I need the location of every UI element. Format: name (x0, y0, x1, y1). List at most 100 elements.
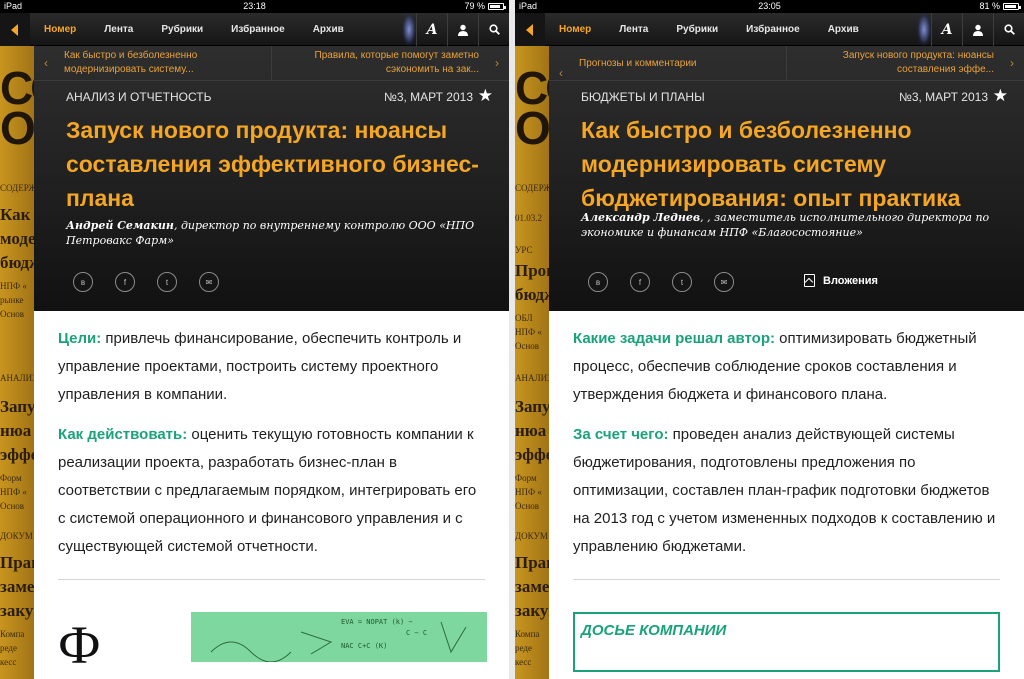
means-label: За счет чего: (573, 426, 669, 443)
article-rubric: БЮДЖЕТЫ И ПЛАНЫ (581, 90, 705, 104)
prev-article-link[interactable]: ‹ Как быстро и безболезненно модернизиро… (34, 46, 272, 80)
search-button[interactable] (993, 13, 1024, 46)
bg-text: Основ (515, 341, 540, 351)
bg-text: НПФ « (0, 281, 27, 291)
article-author: Андрей Семакин, директор по внутреннему … (66, 218, 479, 248)
profile-button[interactable] (962, 13, 993, 46)
tasks-paragraph: Какие задачи решал автор: оптимизировать… (573, 325, 1000, 409)
bg-text: НПФ « (515, 487, 542, 497)
chevron-left-icon: ‹ (44, 56, 48, 70)
company-dossier-box[interactable]: ДОСЬЕ КОМПАНИИ (573, 612, 1000, 672)
bg-text: СОДЕРЖ (0, 183, 37, 193)
email-share-icon[interactable]: ✉ (714, 272, 734, 292)
illustration-sketch (210, 621, 467, 662)
right-screen: iPad 23:05 81 % СО ОР СОДЕРЖ 01.03.2 УРС… (515, 0, 1024, 679)
status-bar: iPad 23:05 81 % (515, 0, 1024, 13)
bg-text: Форм (0, 473, 22, 483)
facebook-share-icon[interactable]: f (115, 272, 135, 292)
actions-text: оценить текущую готовность компании к ре… (58, 426, 477, 555)
article-title: Запуск нового продукта: нюансы составлен… (66, 117, 479, 211)
bg-text: НПФ « (0, 487, 27, 497)
bg-text: моде (0, 229, 36, 248)
article-illustration[interactable]: EVA = NOPAT (k) − C − C NAC C+C (K) (191, 612, 487, 662)
tab-rubrics[interactable]: Рубрики (161, 13, 203, 46)
chevron-right-icon: › (495, 56, 499, 70)
article-issue: №3, МАРТ 2013 (898, 90, 988, 104)
next-article-title: Запуск нового продукта: нюансы составлен… (842, 50, 994, 75)
star-icon[interactable]: ★ (993, 86, 1008, 106)
divider (573, 579, 1000, 580)
back-button[interactable] (0, 13, 30, 46)
search-icon (1003, 24, 1015, 35)
bg-text: нюа (515, 421, 547, 440)
back-button[interactable] (515, 13, 545, 46)
search-icon (488, 24, 500, 35)
goals-paragraph: Цели: привлечь финансирование, обеспечит… (58, 325, 485, 409)
article-rubric: АНАЛИЗ И ОТЧЕТНОСТЬ (66, 90, 212, 104)
tab-rubrics[interactable]: Рубрики (676, 13, 718, 46)
tab-feed[interactable]: Лента (104, 13, 133, 46)
bg-text: кесс (0, 657, 17, 667)
bg-text: рынке (0, 295, 24, 305)
article-body: Какие задачи решал автор: оптимизировать… (549, 311, 1024, 561)
next-article-link[interactable]: Правила, которые помогут заметно сэконом… (272, 46, 509, 80)
bg-text: Основ (515, 501, 540, 511)
profile-button[interactable] (447, 13, 478, 46)
top-nav: Номер Лента Рубрики Избранное Архив A (0, 13, 509, 46)
vk-share-icon[interactable]: в (73, 272, 93, 292)
nav-tabs: Номер Лента Рубрики Избранное Архив (44, 13, 344, 46)
bg-text: АНАЛИЗ (515, 373, 552, 383)
article-pager: ‹ Как быстро и безболезненно модернизиро… (34, 46, 509, 81)
article-header: ‹ Прогнозы и комментарии Запуск нового п… (549, 46, 1024, 311)
goals-text: привлечь финансирование, обеспечить конт… (58, 330, 462, 403)
bg-text: эффе (0, 445, 39, 464)
twitter-share-icon[interactable]: t (672, 272, 692, 292)
chevron-left-icon: ‹ (559, 66, 563, 80)
search-button[interactable] (478, 13, 509, 46)
attachments-button[interactable]: Вложения (804, 274, 878, 287)
actions-paragraph: Как действовать: оценить текущую готовно… (58, 421, 485, 561)
tasks-label: Какие задачи решал автор: (573, 330, 775, 347)
bg-text: ОБЛ (515, 313, 533, 323)
bg-text: УРС (515, 245, 533, 255)
share-buttons: в f t ✉ (588, 272, 734, 292)
vk-share-icon[interactable]: в (588, 272, 608, 292)
bg-text: Компа (0, 629, 25, 639)
status-time: 23:18 (243, 1, 266, 11)
bg-text: Форм (515, 473, 537, 483)
prev-article-title: Прогнозы и комментарии (579, 58, 697, 69)
twitter-share-icon[interactable]: t (157, 272, 177, 292)
tab-issue[interactable]: Номер (559, 13, 591, 46)
article-body: Цели: привлечь финансирование, обеспечит… (34, 311, 509, 561)
prev-article-link[interactable]: ‹ Прогнозы и комментарии (549, 46, 787, 80)
tab-favorites[interactable]: Избранное (746, 13, 800, 46)
means-paragraph: За счет чего: проведен анализ действующе… (573, 421, 1000, 561)
user-icon (458, 24, 468, 36)
dossier-title: ДОСЬЕ КОМПАНИИ (581, 622, 727, 639)
drop-cap: Ф (58, 615, 101, 675)
chevron-right-icon: › (1010, 56, 1014, 70)
battery-percent: 79 % (464, 1, 485, 11)
star-icon[interactable]: ★ (478, 86, 493, 106)
back-arrow-icon (526, 24, 533, 36)
bg-text: кесс (515, 657, 532, 667)
article-card: ‹ Как быстро и безболезненно модернизиро… (34, 46, 509, 679)
tab-issue[interactable]: Номер (44, 13, 76, 46)
article-issue: №3, МАРТ 2013 (383, 90, 473, 104)
left-screen: iPad 23:18 79 % СО ОР СОДЕРЖ Как б моде … (0, 0, 509, 679)
bg-text: Запу (515, 397, 551, 416)
tab-favorites[interactable]: Избранное (231, 13, 285, 46)
tab-feed[interactable]: Лента (619, 13, 648, 46)
facebook-share-icon[interactable]: f (630, 272, 650, 292)
font-size-button[interactable]: A (416, 13, 447, 46)
email-share-icon[interactable]: ✉ (199, 272, 219, 292)
bg-text: АНАЛИЗ (0, 373, 37, 383)
font-size-button[interactable]: A (931, 13, 962, 46)
status-bar: iPad 23:18 79 % (0, 0, 509, 13)
tab-archive[interactable]: Архив (828, 13, 859, 46)
bg-text: СОДЕРЖ (515, 183, 552, 193)
author-name: Андрей Семакин (66, 219, 174, 232)
tab-archive[interactable]: Архив (313, 13, 344, 46)
next-article-link[interactable]: Запуск нового продукта: нюансы составлен… (787, 46, 1024, 80)
glow-decoration (917, 13, 931, 46)
